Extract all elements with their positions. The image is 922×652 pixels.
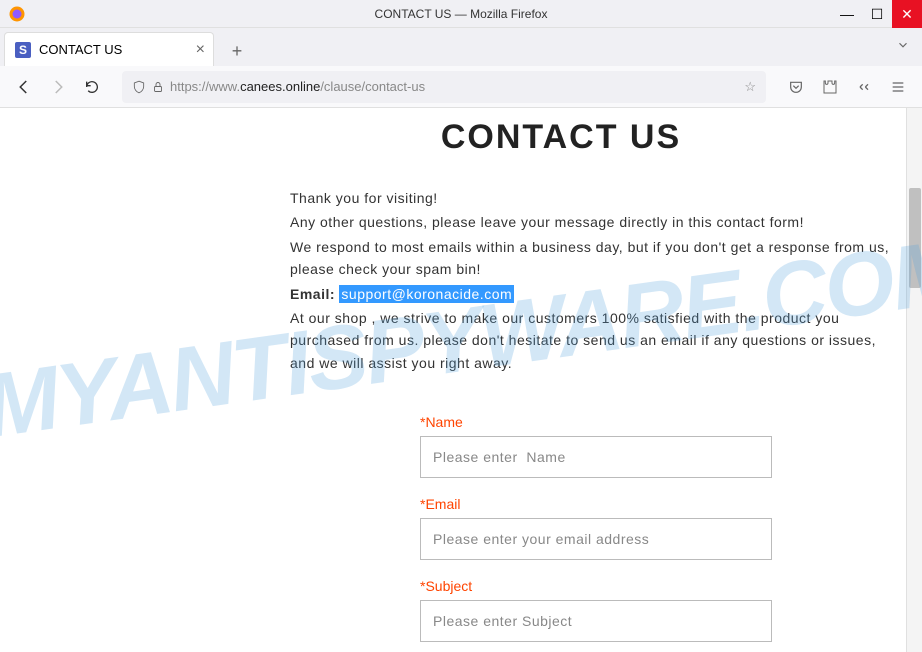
url-text: https://www.canees.online/clause/contact… [170,79,425,94]
page-content: MYANTISPYWARE.COM CONTACT US Thank you f… [0,108,922,652]
window-titlebar: CONTACT US — Mozilla Firefox — ☐ ✕ [0,0,922,28]
bookmark-star-icon[interactable]: ☆ [744,79,756,95]
intro-line: We respond to most emails within a busin… [290,236,892,281]
tab-favicon: S [15,42,31,58]
page-heading: CONTACT US [30,118,892,157]
subject-label: *Subject [420,578,772,594]
maximize-button[interactable]: ☐ [862,0,892,28]
email-label: Email: [290,286,339,302]
menu-icon[interactable] [884,73,912,101]
intro-text: Thank you for visiting! Any other questi… [290,187,892,374]
back-button[interactable] [10,73,38,101]
shield-icon [132,80,146,94]
window-title: CONTACT US — Mozilla Firefox [375,7,548,21]
tabs-dropdown-icon[interactable] [896,38,910,52]
forward-button[interactable] [44,73,72,101]
reload-button[interactable] [78,73,106,101]
overflow-icon[interactable] [850,73,878,101]
contact-form: *Name *Email *Subject [420,414,892,652]
email-value: support@koronacide.com [339,285,514,303]
browser-tab[interactable]: S CONTACT US × [4,32,214,66]
address-bar[interactable]: https://www.canees.online/clause/contact… [122,71,766,103]
email-line: Email: support@koronacide.com [290,283,892,305]
close-window-button[interactable]: ✕ [892,0,922,28]
close-tab-icon[interactable]: × [196,41,205,59]
extensions-icon[interactable] [816,73,844,101]
tab-bar: S CONTACT US × + [0,28,922,66]
intro-line: Thank you for visiting! [290,187,892,209]
email-label: *Email [420,496,772,512]
name-label: *Name [420,414,772,430]
new-tab-button[interactable]: + [222,36,252,66]
firefox-icon [8,5,26,23]
tab-title: CONTACT US [39,42,122,57]
navigation-bar: https://www.canees.online/clause/contact… [0,66,922,108]
intro-line: Any other questions, please leave your m… [290,211,892,233]
lock-icon [152,80,164,94]
minimize-button[interactable]: — [832,0,862,28]
subject-input[interactable] [420,600,772,642]
intro-line: At our shop , we strive to make our cust… [290,307,892,374]
name-input[interactable] [420,436,772,478]
email-input[interactable] [420,518,772,560]
window-controls: — ☐ ✕ [832,0,922,27]
pocket-icon[interactable] [782,73,810,101]
